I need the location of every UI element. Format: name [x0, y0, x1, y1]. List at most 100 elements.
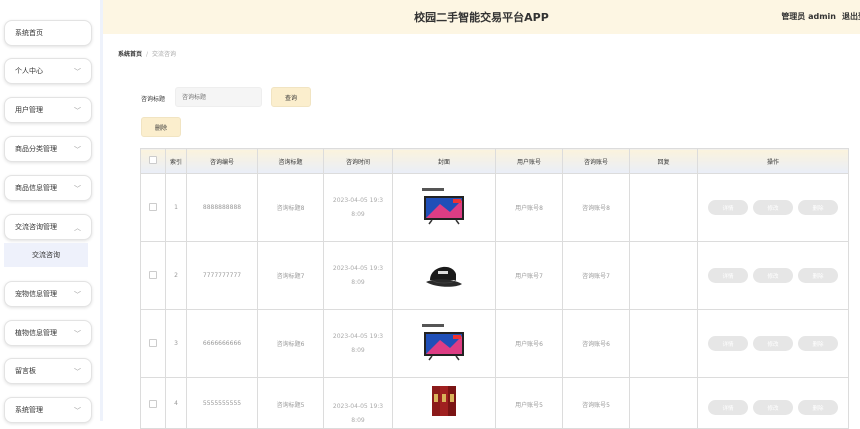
- column-header: 用户账号: [495, 148, 563, 174]
- books-icon: [393, 384, 495, 416]
- delete-button[interactable]: 删除: [141, 117, 181, 137]
- sidebar-item-system[interactable]: 系统管理 ﹀: [4, 397, 92, 423]
- cell-index: 2: [165, 241, 187, 310]
- chevron-down-icon: ﹀: [74, 146, 81, 154]
- breadcrumb-separator: /: [146, 51, 149, 58]
- cell-consult: 咨询账号6: [562, 309, 630, 378]
- sidebar-subitem-label: 交流咨询: [32, 251, 60, 259]
- sidebar-item-messages[interactable]: 留言板 ﹀: [4, 358, 92, 384]
- table-row: 3 6666666666 咨询标题6 2023-04-05 19:3 8:09 …: [140, 309, 849, 378]
- detail-button[interactable]: 详情: [708, 200, 748, 215]
- chevron-down-icon: ﹀: [74, 330, 81, 338]
- sidebar-item-label: 宠物信息管理: [15, 290, 57, 298]
- delete-row-button[interactable]: 删除: [798, 200, 838, 215]
- sidebar-divider: [100, 0, 103, 421]
- cap-icon: [393, 250, 495, 302]
- table-row: 2 7777777777 咨询标题7 2023-04-05 19:3 8:09 …: [140, 241, 849, 310]
- sidebar-item-users[interactable]: 用户管理 ﹀: [4, 97, 92, 123]
- cell-index: 3: [165, 309, 187, 378]
- row-checkbox[interactable]: [149, 400, 157, 408]
- cell-user: 用户账号8: [495, 173, 563, 242]
- delete-row-button[interactable]: 删除: [798, 400, 838, 415]
- sidebar-item-product-info[interactable]: 商品信息管理 ﹀: [4, 175, 92, 201]
- sidebar-item-label: 留言板: [15, 367, 36, 375]
- cell-reply: [629, 173, 698, 242]
- breadcrumb-home[interactable]: 系统首页: [118, 51, 142, 58]
- sidebar-item-label: 商品分类管理: [15, 145, 57, 153]
- row-select-cell[interactable]: [140, 241, 166, 310]
- row-select-cell[interactable]: [140, 173, 166, 242]
- sidebar-item-product-category[interactable]: 商品分类管理 ﹀: [4, 136, 92, 162]
- column-header: 索引: [165, 148, 187, 174]
- row-checkbox[interactable]: [149, 338, 157, 347]
- row-checkbox[interactable]: [149, 202, 157, 211]
- column-header: 封面: [392, 148, 496, 174]
- cell-actions: 详情 修改 删除: [697, 173, 849, 242]
- tv-icon: [393, 182, 495, 234]
- cell-cover: [392, 241, 496, 310]
- delete-row-button[interactable]: 删除: [798, 336, 838, 351]
- cell-cover: [392, 173, 496, 242]
- cell-title: 咨询标题8: [257, 173, 324, 242]
- detail-button[interactable]: 详情: [708, 268, 748, 283]
- cell-time-text: 2023-04-05 19:3 8:09: [332, 332, 384, 354]
- chevron-down-icon: ﹀: [74, 185, 81, 193]
- column-header: 咨询账号: [562, 148, 630, 174]
- chevron-down-icon: ﹀: [74, 291, 81, 299]
- cell-user: 用户账号6: [495, 309, 563, 378]
- sidebar-item-consult[interactable]: 交流咨询管理 ︿: [4, 214, 92, 240]
- cell-time-text: 2023-04-05 19:3 8:09: [332, 264, 384, 286]
- select-all-checkbox[interactable]: [149, 156, 157, 164]
- search-input[interactable]: [175, 87, 262, 107]
- breadcrumb-current: 交流咨询: [152, 51, 177, 58]
- delete-row-button[interactable]: 删除: [798, 268, 838, 283]
- edit-button[interactable]: 修改: [753, 268, 793, 283]
- cell-reply: [629, 309, 698, 378]
- sidebar-subitem-consult[interactable]: 交流咨询: [4, 243, 88, 267]
- sidebar-item-profile[interactable]: 个人中心 ﹀: [4, 58, 92, 84]
- table-row: 1 8888888888 咨询标题8 2023-04-05 19:3 8:09 …: [140, 173, 849, 242]
- chevron-up-icon: ︿: [74, 224, 81, 232]
- row-select-cell[interactable]: [140, 309, 166, 378]
- cell-time: 2023-04-05 19:3 8:09: [323, 309, 393, 378]
- app-title: 校园二手智能交易平台APP: [414, 11, 549, 24]
- sidebar-item-label: 植物信息管理: [15, 329, 57, 337]
- cell-code: 6666666666: [186, 309, 258, 378]
- cell-actions: 详情 修改 删除: [697, 309, 849, 378]
- column-header: 回复: [629, 148, 698, 174]
- edit-button[interactable]: 修改: [753, 336, 793, 351]
- chevron-down-icon: ﹀: [74, 368, 81, 376]
- cell-actions: 详情 修改 删除: [697, 241, 849, 310]
- query-button[interactable]: 查询: [271, 87, 311, 107]
- cell-time-text: 2023-04-05 19:3 8:09: [332, 403, 384, 424]
- cell-title: 咨询标题7: [257, 241, 324, 310]
- chevron-down-icon: ﹀: [74, 407, 81, 415]
- sidebar-item-label: 个人中心: [15, 67, 43, 75]
- sidebar-item-label: 用户管理: [15, 106, 43, 114]
- cell-consult: 咨询账号8: [562, 173, 630, 242]
- cell-consult: 咨询账号7: [562, 241, 630, 310]
- sidebar-item-plants[interactable]: 植物信息管理 ﹀: [4, 320, 92, 346]
- logout-link[interactable]: 退出登: [842, 11, 860, 22]
- chevron-down-icon: ﹀: [74, 68, 81, 76]
- cell-reply: [629, 241, 698, 310]
- consult-table: 索引 咨询编号 咨询标题 咨询时间 封面 用户账号 咨询账号 回复 操作 1 8…: [140, 148, 849, 429]
- row-checkbox[interactable]: [149, 270, 157, 279]
- cell-title: 咨询标题6: [257, 309, 324, 378]
- sidebar-item-home[interactable]: 系统首页: [4, 20, 92, 46]
- cell-cover: [392, 309, 496, 378]
- sidebar-item-pets[interactable]: 宠物信息管理 ﹀: [4, 281, 92, 307]
- edit-button[interactable]: 修改: [753, 400, 793, 415]
- detail-button[interactable]: 详情: [708, 400, 748, 415]
- column-header: 咨询标题: [257, 148, 324, 174]
- edit-button[interactable]: 修改: [753, 200, 793, 215]
- detail-button[interactable]: 详情: [708, 336, 748, 351]
- select-all-header[interactable]: [140, 148, 166, 174]
- tv-icon: [393, 318, 495, 370]
- breadcrumb: 系统首页 / 交流咨询: [118, 49, 176, 58]
- cell-index: 1: [165, 173, 187, 242]
- sidebar-item-label: 商品信息管理: [15, 184, 57, 192]
- cell-code: 7777777777: [186, 241, 258, 310]
- column-header: 咨询时间: [323, 148, 393, 174]
- admin-label: 管理员 admin: [781, 12, 836, 21]
